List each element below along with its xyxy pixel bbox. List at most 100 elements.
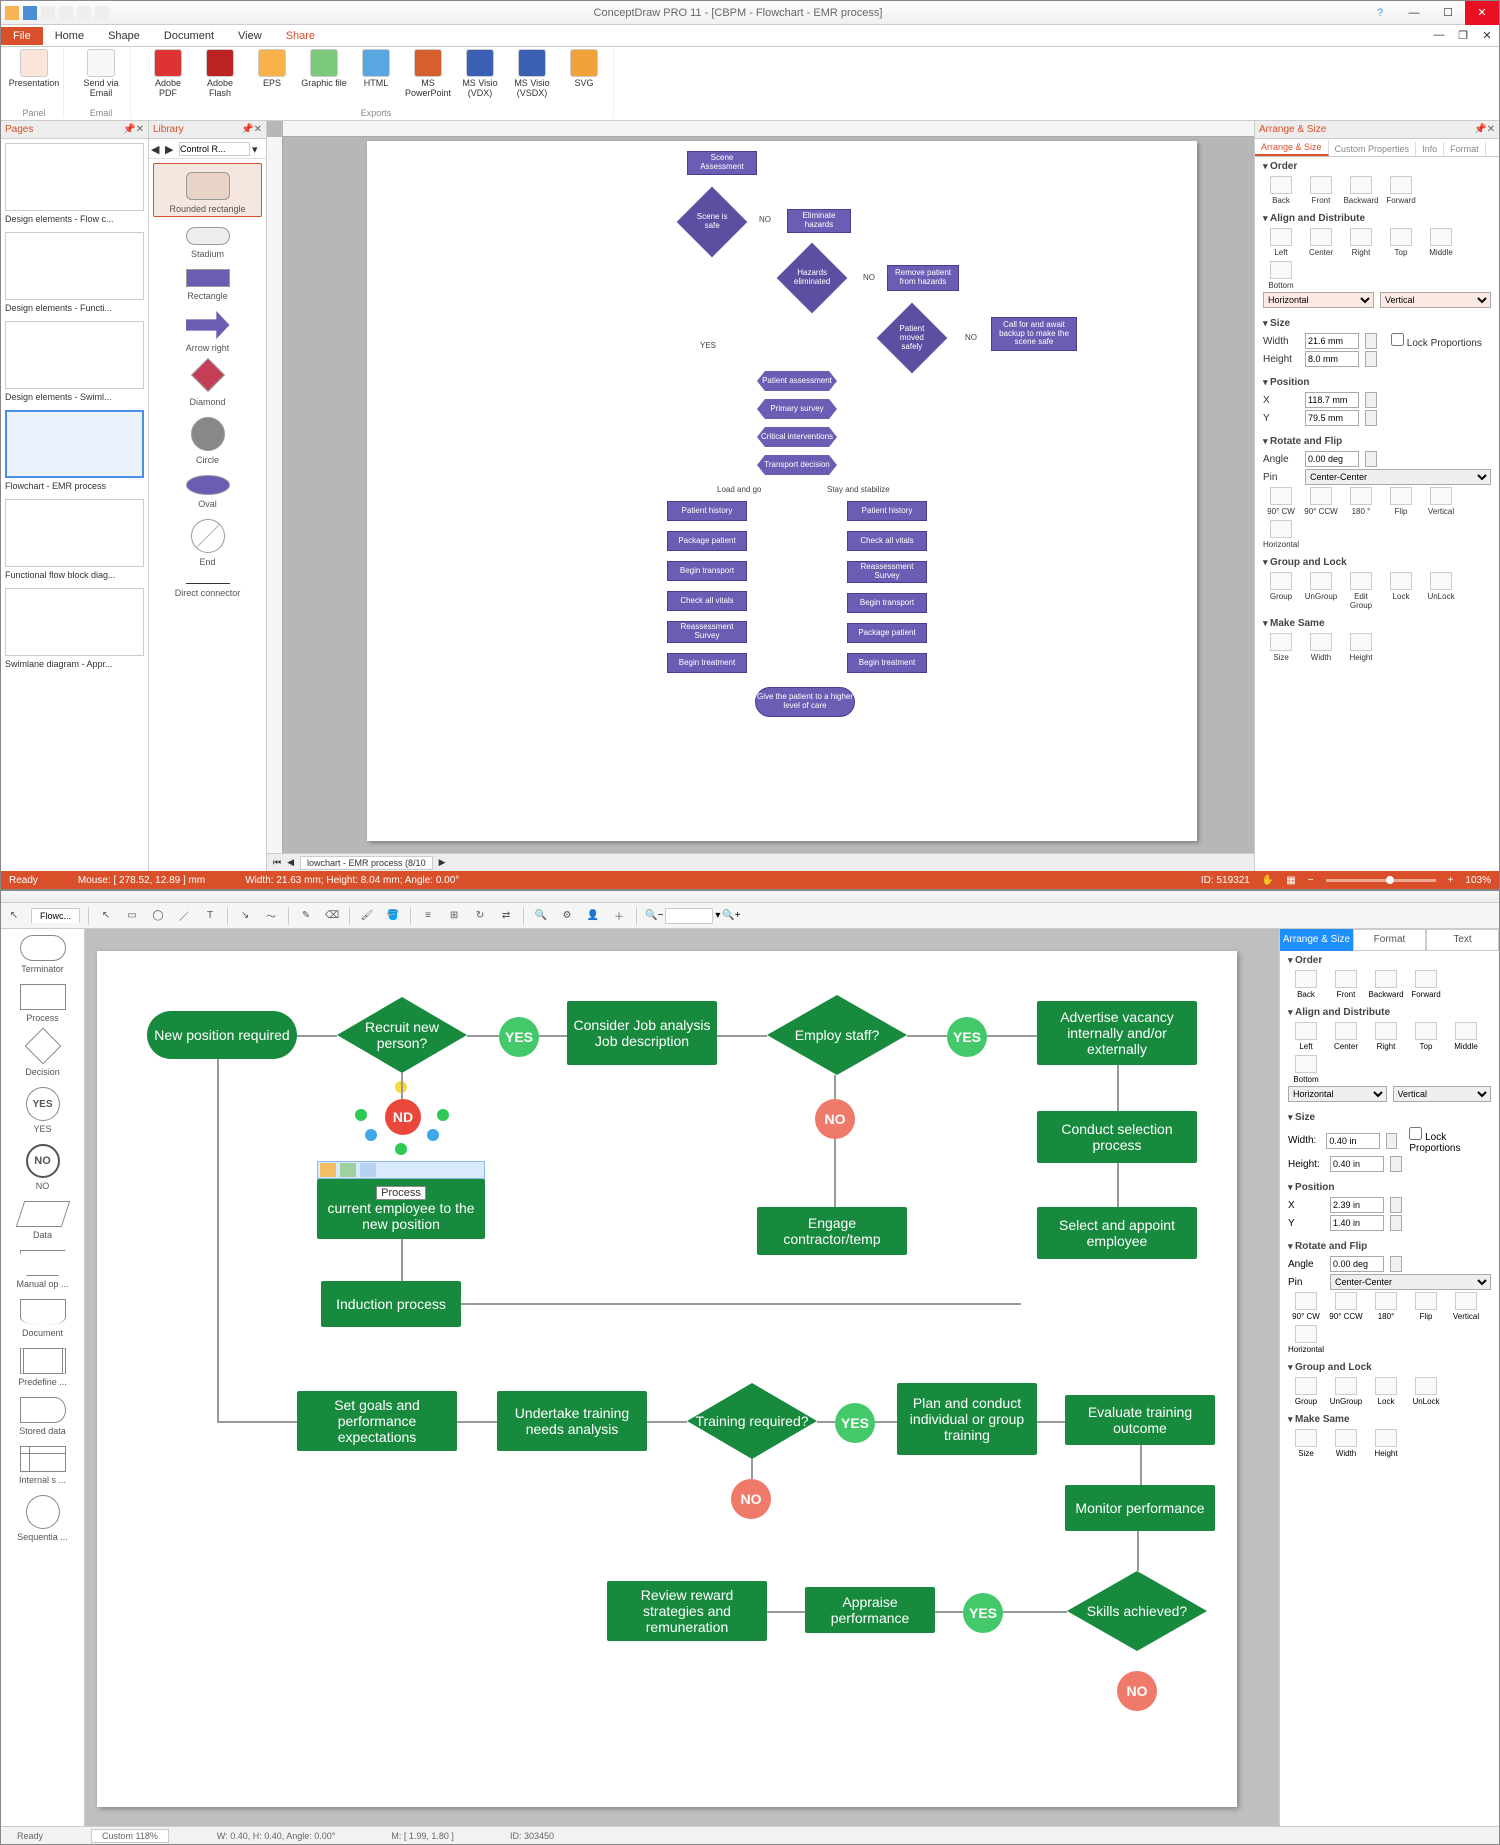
same-width-button[interactable]: Width bbox=[1328, 1429, 1364, 1458]
tab-nav-next-icon[interactable]: ▶ bbox=[439, 857, 446, 868]
align-right-button[interactable]: Right bbox=[1368, 1022, 1404, 1051]
flip-h-button[interactable]: Horizontal bbox=[1288, 1325, 1324, 1354]
qat-icon[interactable] bbox=[5, 6, 19, 20]
spin-icon[interactable] bbox=[1365, 333, 1377, 349]
rot-90ccw-button[interactable]: 90° CCW bbox=[1328, 1292, 1364, 1321]
same-size-button[interactable]: Size bbox=[1288, 1429, 1324, 1458]
x-input[interactable] bbox=[1330, 1197, 1384, 1213]
doc-tab[interactable]: Flowc... bbox=[31, 908, 80, 923]
pal-predefined[interactable]: Predefine ... bbox=[3, 1348, 82, 1387]
adobe-flash-button[interactable]: Adobe Flash bbox=[197, 49, 243, 99]
node-call-backup[interactable]: Call for and await backup to make the sc… bbox=[991, 317, 1077, 351]
tool-align-icon[interactable]: ≡ bbox=[419, 907, 437, 925]
node-undertake[interactable]: Undertake training needs analysis bbox=[497, 1391, 647, 1451]
tab-file[interactable]: File bbox=[1, 27, 43, 45]
node-critical-intervention[interactable]: Critical interventions bbox=[757, 427, 837, 447]
node-right-2[interactable]: Reassessment Survey bbox=[847, 561, 927, 583]
page-thumb[interactable] bbox=[5, 143, 144, 211]
rtab-arrange[interactable]: Arrange & Size bbox=[1255, 140, 1329, 156]
lib-shape-connector[interactable]: Direct connector bbox=[153, 583, 262, 598]
lock-proportions-checkbox[interactable] bbox=[1391, 333, 1404, 346]
pal-document[interactable]: Document bbox=[3, 1299, 82, 1338]
qat-undo-icon[interactable] bbox=[41, 6, 55, 20]
pal-no[interactable]: NONO bbox=[3, 1144, 82, 1191]
node-right-4[interactable]: Package patient bbox=[847, 623, 927, 643]
tab-nav-prev-icon[interactable]: ◀ bbox=[287, 857, 294, 868]
rtab-format[interactable]: Format bbox=[1353, 929, 1426, 951]
chevron-down-icon[interactable]: ▾ bbox=[715, 910, 720, 921]
node-consider[interactable]: Consider Job analysis Job description bbox=[567, 1001, 717, 1065]
pin-icon[interactable]: 📌 bbox=[123, 124, 135, 135]
tool-pointer-icon[interactable]: ↖ bbox=[97, 907, 115, 925]
tool-text-icon[interactable]: T bbox=[201, 907, 219, 925]
drawing-page[interactable]: Scene Assessment Scene is safe NO Elimin… bbox=[367, 141, 1197, 841]
width-input[interactable] bbox=[1326, 1133, 1380, 1149]
maximize-button[interactable]: ☐ bbox=[1431, 1, 1465, 25]
align-bottom-button[interactable]: Bottom bbox=[1288, 1055, 1324, 1084]
tab-home[interactable]: Home bbox=[43, 27, 96, 45]
rot-90ccw-button[interactable]: 90° CCW bbox=[1303, 487, 1339, 516]
order-backward-button[interactable]: Backward bbox=[1368, 970, 1404, 999]
status-icon[interactable]: ▦ bbox=[1286, 875, 1295, 886]
node-remove-patient[interactable]: Remove patient from hazards bbox=[887, 265, 959, 291]
rot-180-button[interactable]: 180° bbox=[1368, 1292, 1404, 1321]
node-left-2[interactable]: Begin transport bbox=[667, 561, 747, 581]
rot-90cw-button[interactable]: 90° CW bbox=[1263, 487, 1299, 516]
yes-badge[interactable]: YES bbox=[499, 1017, 539, 1057]
rot-90cw-button[interactable]: 90° CW bbox=[1288, 1292, 1324, 1321]
qat-icon[interactable] bbox=[95, 6, 109, 20]
tool-user-icon[interactable]: 👤 bbox=[584, 907, 602, 925]
flip-v-button[interactable]: Vertical bbox=[1423, 487, 1459, 516]
height-input[interactable] bbox=[1305, 351, 1359, 367]
eps-button[interactable]: EPS bbox=[249, 49, 295, 99]
no-badge[interactable]: NO bbox=[731, 1479, 771, 1519]
tab-document[interactable]: Document bbox=[152, 27, 226, 45]
ungroup-button[interactable]: UnGroup bbox=[1328, 1377, 1364, 1406]
send-email-button[interactable]: Send via Email bbox=[78, 49, 124, 99]
ms-ppt-button[interactable]: MS PowerPoint bbox=[405, 49, 451, 99]
lib-search-input[interactable] bbox=[179, 142, 250, 156]
rtab-text[interactable]: Text bbox=[1426, 929, 1499, 951]
node-induction[interactable]: Induction process bbox=[321, 1281, 461, 1327]
node-left-5[interactable]: Begin treatment bbox=[667, 653, 747, 673]
zoom-out-icon[interactable]: 🔍− bbox=[645, 910, 663, 921]
y-input[interactable] bbox=[1330, 1215, 1384, 1231]
align-middle-button[interactable]: Middle bbox=[1448, 1022, 1484, 1051]
canvas[interactable]: Scene Assessment Scene is safe NO Elimin… bbox=[267, 121, 1254, 871]
node-recruit[interactable]: Recruit new person? bbox=[337, 997, 467, 1073]
tool-ellipse-icon[interactable]: ◯ bbox=[149, 907, 167, 925]
visio-vdx-button[interactable]: MS Visio (VDX) bbox=[457, 49, 503, 99]
align-left-button[interactable]: Left bbox=[1263, 228, 1299, 257]
dist-vertical-select[interactable]: Vertical bbox=[1380, 292, 1491, 308]
lib-shape-end[interactable]: End bbox=[153, 519, 262, 567]
lib-shape-stadium[interactable]: Stadium bbox=[153, 227, 262, 259]
order-forward-button[interactable]: Forward bbox=[1383, 176, 1419, 205]
visio-vsdx-button[interactable]: MS Visio (VSDX) bbox=[509, 49, 555, 99]
tab-share[interactable]: Share bbox=[274, 27, 327, 45]
help-icon[interactable]: ? bbox=[1363, 1, 1397, 25]
x-input[interactable] bbox=[1305, 392, 1359, 408]
dist-horizontal-select[interactable]: Horizontal bbox=[1263, 292, 1374, 308]
lib-shape-circle[interactable]: Circle bbox=[153, 417, 262, 465]
rtab-format[interactable]: Format bbox=[1444, 142, 1486, 156]
node-employ[interactable]: Employ staff? bbox=[767, 995, 907, 1075]
tool-rotate-icon[interactable]: ↻ bbox=[471, 907, 489, 925]
tool-distribute-icon[interactable]: ⊞ bbox=[445, 907, 463, 925]
graphic-file-button[interactable]: Graphic file bbox=[301, 49, 347, 99]
flip-h-button[interactable]: Horizontal bbox=[1263, 520, 1299, 549]
tool-brush-icon[interactable]: 🖌 bbox=[358, 907, 376, 925]
tool-curve-icon[interactable]: ～ bbox=[262, 907, 280, 925]
spin-icon[interactable] bbox=[1365, 392, 1377, 408]
align-left-button[interactable]: Left bbox=[1288, 1022, 1324, 1051]
zoom-in-icon[interactable]: + bbox=[1448, 875, 1454, 886]
presentation-button[interactable]: Presentation bbox=[11, 49, 57, 89]
zoom-out-icon[interactable]: − bbox=[1308, 875, 1314, 886]
tool-flip-icon[interactable]: ⇄ bbox=[497, 907, 515, 925]
y-input[interactable] bbox=[1305, 410, 1359, 426]
lock-button[interactable]: Lock bbox=[1368, 1377, 1404, 1406]
same-size-button[interactable]: Size bbox=[1263, 633, 1299, 662]
yes-badge[interactable]: YES bbox=[835, 1403, 875, 1443]
node-transport-decision[interactable]: Transport decision bbox=[757, 455, 837, 475]
node-primary-survey[interactable]: Primary survey bbox=[757, 399, 837, 419]
close-pane-icon[interactable]: ✕ bbox=[254, 124, 262, 135]
